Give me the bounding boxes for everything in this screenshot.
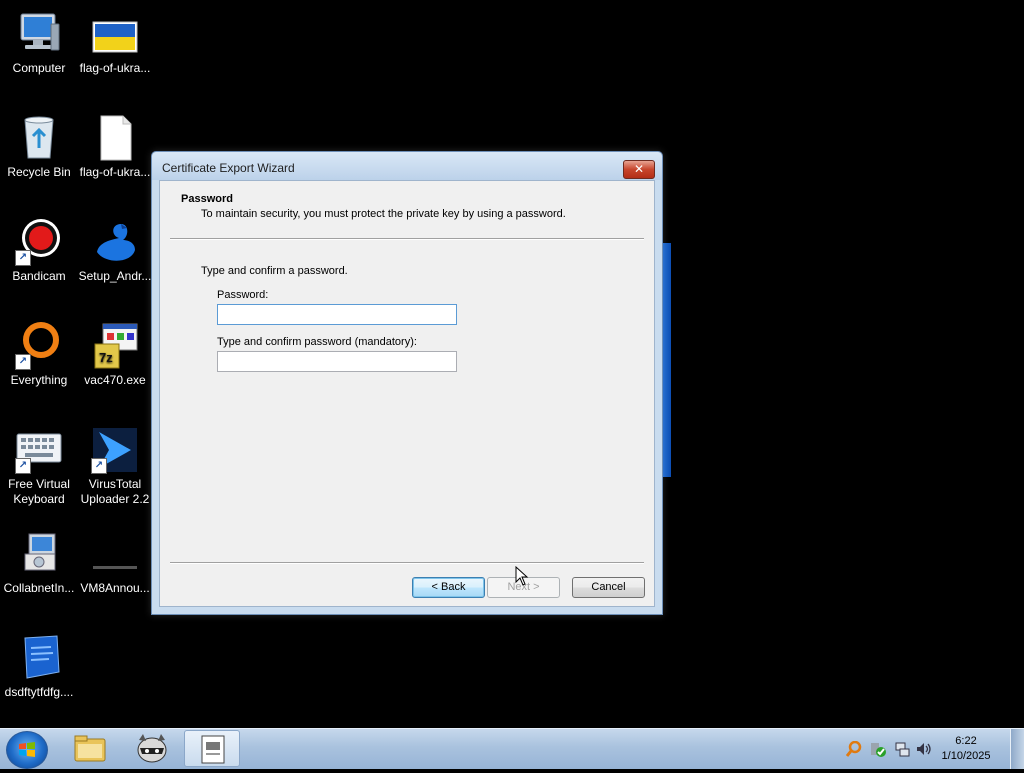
shortcut-arrow-icon: ↗ (15, 354, 31, 370)
desktop-icon-bandicam[interactable]: ↗ Bandicam (0, 218, 78, 284)
taskbar-explorer-button[interactable] (62, 730, 118, 767)
desktop-icon-label: Everything (10, 373, 68, 387)
instruction-text: Type and confirm a password. (201, 265, 348, 277)
password-field[interactable] (217, 304, 457, 325)
show-desktop-button[interactable] (1010, 729, 1024, 769)
document-icon (91, 530, 139, 578)
desktop-icon-everything[interactable]: ↗ Everything (0, 322, 78, 388)
shortcut-arrow-icon: ↗ (91, 458, 107, 474)
desktop-icon-label: Recycle Bin (7, 165, 71, 179)
dialog-titlebar[interactable]: Certificate Export Wizard ✕ (152, 152, 662, 180)
raccoon-icon (137, 734, 167, 763)
desktop-icon-label: Setup_Andr... (78, 269, 152, 283)
wizard-header: Password To maintain security, you must … (160, 181, 654, 238)
blue-document-icon (15, 634, 63, 682)
desktop-icon-computer[interactable]: Computer (0, 10, 78, 76)
blank-file-icon (91, 114, 139, 162)
close-button[interactable]: ✕ (623, 160, 655, 179)
swan-icon (91, 218, 139, 266)
desktop-icon-vac470[interactable]: 7z vac470.exe (76, 322, 154, 388)
keyboard-icon: ↗ (15, 426, 63, 474)
shortcut-arrow-icon: ↗ (15, 458, 31, 474)
search-tray-icon[interactable] (846, 741, 862, 757)
svg-text:7z: 7z (99, 350, 113, 365)
desktop-icon-dsdftytfdfg[interactable]: dsdftytfdfg.... (0, 634, 78, 700)
desktop-icon-label: flag-of-ukra... (79, 165, 151, 179)
network-icon[interactable] (894, 741, 910, 757)
desktop-icon-setup-android[interactable]: Setup_Andr... (76, 218, 154, 284)
close-icon: ✕ (633, 162, 645, 176)
desktop-icon-flag-file[interactable]: flag-of-ukra... (76, 114, 154, 180)
computer-icon (15, 10, 63, 58)
recycle-bin-icon (15, 114, 63, 162)
desktop-icon-collabnet[interactable]: CollabnetIn... (0, 530, 78, 596)
image-file-icon (91, 10, 139, 58)
desktop-icon-recycle-bin[interactable]: Recycle Bin (0, 114, 78, 180)
windows-logo-icon (19, 742, 35, 757)
desktop-icon-flag-image[interactable]: flag-of-ukra... (76, 10, 154, 76)
desktop-icon-label: Computer (12, 61, 66, 75)
footer-separator (170, 562, 644, 564)
everything-search-icon: ↗ (15, 322, 63, 370)
password-label: Password: (217, 289, 269, 301)
header-separator (170, 238, 644, 240)
shortcut-arrow-icon: ↗ (15, 250, 31, 266)
7zip-archive-icon: 7z (91, 322, 139, 370)
clock[interactable]: 6:22 1/10/2025 (932, 734, 1000, 764)
dialog-client-area: Password To maintain security, you must … (159, 180, 655, 607)
security-shield-icon[interactable] (870, 741, 886, 757)
desktop-icon-label: VirusTotal Uploader 2.2 (80, 477, 150, 506)
certificate-export-wizard-dialog: Certificate Export Wizard ✕ Password To … (151, 151, 663, 615)
record-icon: ↗ (15, 218, 63, 266)
start-button[interactable] (6, 731, 48, 769)
clock-date: 1/10/2025 (941, 750, 991, 762)
wizard-page-title: Password (181, 193, 233, 205)
desktop-icon-label: VM8Annou... (80, 581, 150, 595)
confirm-password-field[interactable] (217, 351, 457, 372)
taskbar-app-raccoon-button[interactable] (124, 730, 180, 767)
desktop-icon-virustotal-uploader[interactable]: ↗ VirusTotal Uploader 2.2 (76, 426, 154, 507)
volume-icon[interactable] (916, 741, 932, 757)
confirm-password-label: Type and confirm password (mandatory): (217, 336, 417, 348)
wizard-page-subtitle: To maintain security, you must protect t… (201, 208, 566, 220)
virustotal-icon: ↗ (91, 426, 139, 474)
installer-icon (15, 530, 63, 578)
desktop-icon-label: CollabnetIn... (3, 581, 75, 595)
dialog-title: Certificate Export Wizard (162, 161, 295, 175)
taskbar: 6:22 1/10/2025 (0, 728, 1024, 769)
back-button[interactable]: < Back (412, 577, 485, 598)
clock-time: 6:22 (955, 735, 977, 747)
desktop-icon-label: Free Virtual Keyboard (8, 477, 70, 506)
desktop-icon-label: dsdftytfdfg.... (4, 685, 74, 699)
taskbar-certificate-button[interactable] (184, 730, 240, 767)
mouse-cursor-icon (515, 566, 529, 586)
desktop-icon-label: Bandicam (12, 269, 66, 283)
desktop-icon-label: vac470.exe (84, 373, 146, 387)
desktop-icon-vm8-announce[interactable]: VM8Annou... (76, 530, 154, 596)
desktop-icon-free-virtual-keyboard[interactable]: ↗ Free Virtual Keyboard (0, 426, 78, 507)
cancel-button[interactable]: Cancel (572, 577, 645, 598)
desktop-icon-label: flag-of-ukra... (79, 61, 151, 75)
certificate-icon (201, 735, 225, 764)
folder-icon (74, 735, 106, 762)
